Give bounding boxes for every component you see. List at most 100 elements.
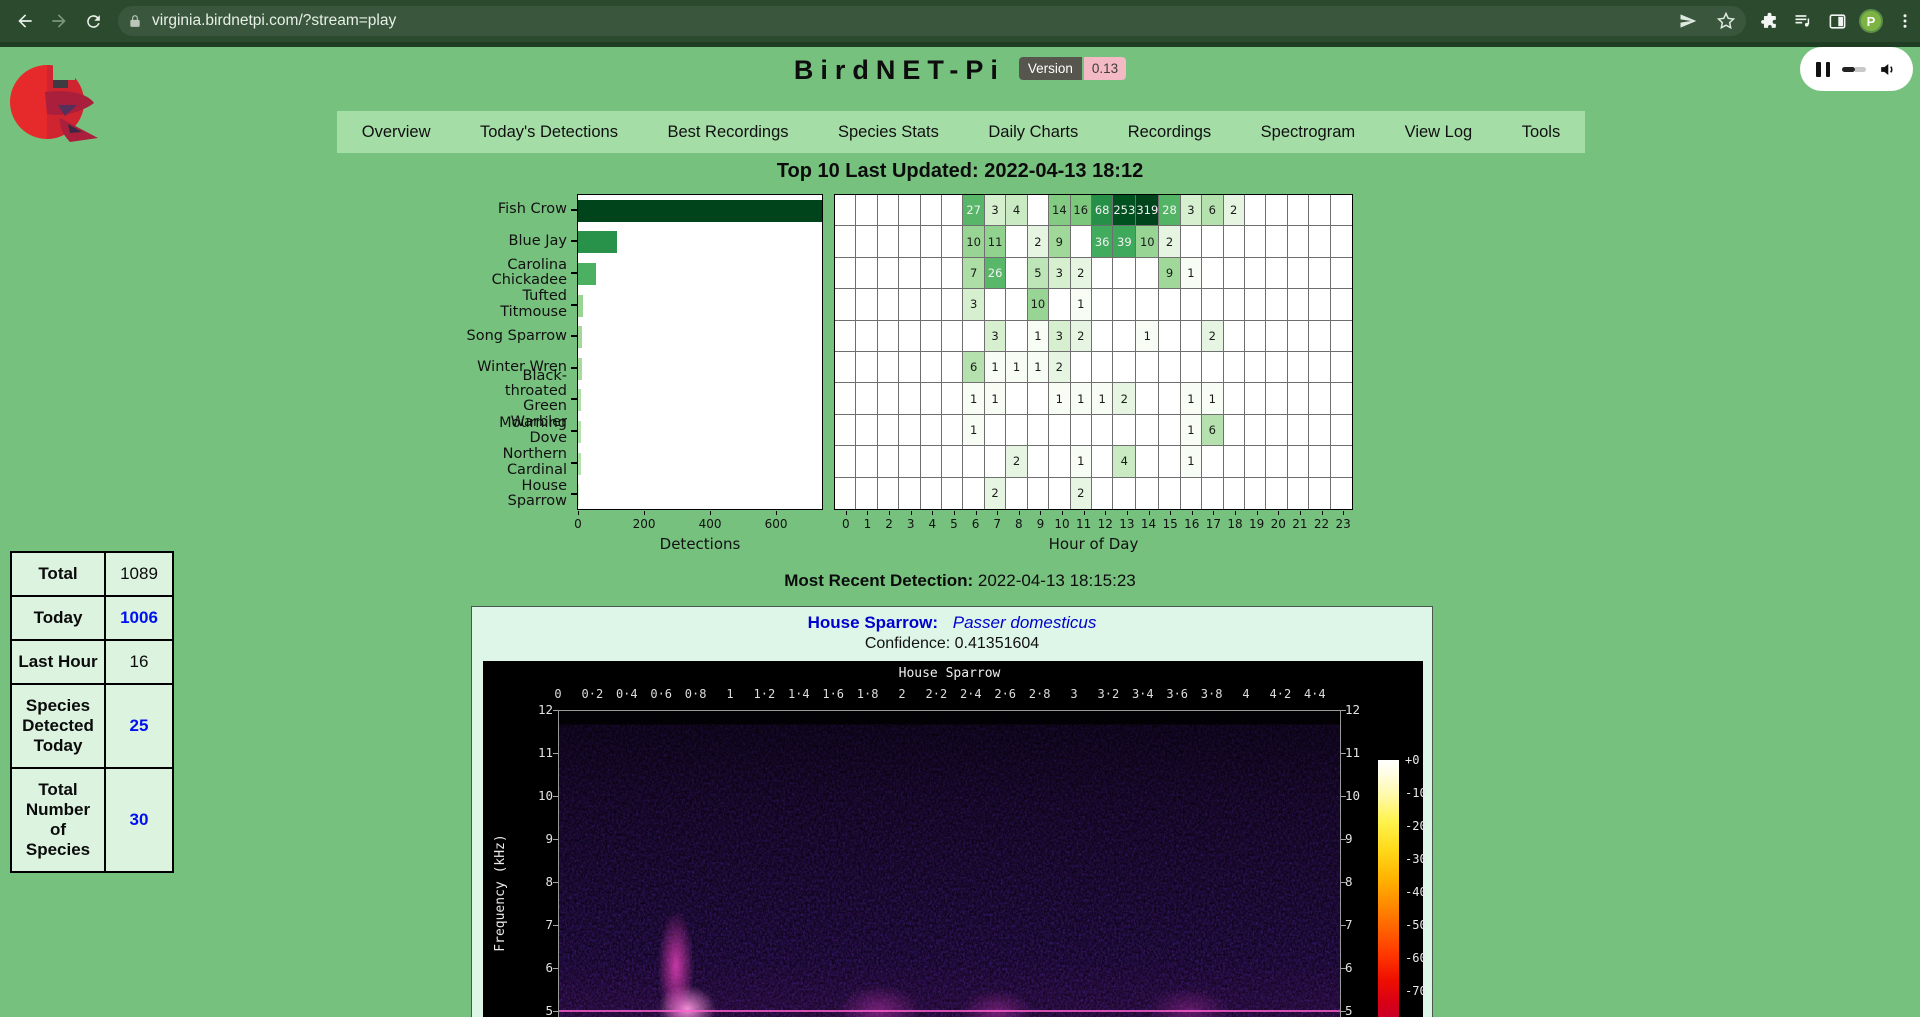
colorbar-tick: +0	[1405, 753, 1419, 767]
pause-icon[interactable]	[1816, 62, 1830, 77]
freq-tick-left: 10	[525, 788, 553, 803]
toolbar-divider	[0, 42, 1920, 47]
bird-logo	[8, 54, 100, 149]
heat-cell	[1049, 289, 1070, 320]
heat-cell	[1028, 446, 1049, 477]
heat-cell	[1006, 289, 1027, 320]
heat-cell: 1	[1006, 352, 1027, 383]
detection-species-line: House Sparrow: Passer domesticus	[472, 613, 1432, 633]
heat-cell	[856, 415, 877, 446]
stats-value-link[interactable]: 25	[105, 684, 173, 768]
confidence-line: Confidence: 0.41351604	[472, 635, 1432, 653]
hour-tick: 14	[1141, 517, 1156, 531]
heat-cell	[878, 321, 899, 352]
seek-bar[interactable]	[1842, 67, 1866, 72]
playlist-icon[interactable]	[1786, 4, 1820, 38]
heat-cell	[1181, 321, 1202, 352]
heat-cell	[942, 352, 963, 383]
hourly-heatmap: 2734141668253319283621011293639102726532…	[834, 194, 1353, 510]
nav-item-species-stats[interactable]: Species Stats	[838, 123, 939, 142]
time-tick: 4·4	[1298, 687, 1332, 701]
heat-cell	[856, 446, 877, 477]
hour-tick: 8	[1015, 517, 1023, 531]
heat-cell	[1181, 478, 1202, 509]
bar-house-sparrow	[578, 484, 579, 506]
heat-cell	[1136, 383, 1159, 414]
side-panel-icon[interactable]	[1820, 4, 1854, 38]
nav-item-recordings[interactable]: Recordings	[1128, 123, 1211, 142]
heat-cell: 68	[1092, 195, 1113, 226]
species-label-black-throated-green-warbler: Black-throated Green Warbler	[465, 384, 577, 416]
species-name-link[interactable]: House Sparrow:	[808, 613, 938, 632]
heat-cell	[1006, 321, 1027, 352]
heat-cell: 253	[1113, 195, 1136, 226]
heat-cell: 2	[1049, 352, 1070, 383]
heat-cell	[1245, 446, 1266, 477]
address-bar[interactable]: virginia.birdnetpi.com/?stream=play	[118, 6, 1746, 36]
volume-icon[interactable]	[1878, 60, 1897, 79]
heat-cell: 1	[985, 383, 1006, 414]
lock-icon	[128, 13, 142, 29]
heat-cell: 1	[963, 415, 984, 446]
heat-cell	[963, 446, 984, 477]
heat-cell: 9	[1159, 258, 1180, 289]
heat-cell: 9	[1049, 226, 1070, 257]
stats-value-link[interactable]: 30	[105, 768, 173, 872]
heat-cell	[1288, 352, 1309, 383]
heat-cell: 1	[1181, 258, 1202, 289]
colorbar-tick: -60	[1405, 951, 1427, 965]
heat-cell	[1331, 415, 1352, 446]
nav-item-view-log[interactable]: View Log	[1405, 123, 1473, 142]
heat-cell	[921, 352, 942, 383]
heat-cell: 2	[1113, 383, 1136, 414]
send-icon[interactable]	[1678, 11, 1698, 31]
heat-cell	[1071, 415, 1092, 446]
profile-avatar[interactable]: P	[1854, 4, 1888, 38]
star-icon[interactable]	[1716, 11, 1736, 31]
heat-cell: 14	[1049, 195, 1070, 226]
hour-tick: 19	[1249, 517, 1264, 531]
heat-cell	[1202, 258, 1223, 289]
hour-tick: 0	[842, 517, 850, 531]
frequency-axis-label: Frequency (kHz)	[493, 803, 509, 983]
time-tick: 3·8	[1195, 687, 1229, 701]
heat-cell	[1202, 226, 1223, 257]
heat-cell	[899, 383, 920, 414]
menu-dots-icon[interactable]	[1888, 4, 1920, 38]
heat-cell	[1028, 383, 1049, 414]
site-title: BirdNET-Pi	[794, 55, 1005, 86]
heat-cell	[1266, 478, 1287, 509]
nav-item-today-s-detections[interactable]: Today's Detections	[480, 123, 618, 142]
heat-cell	[1331, 226, 1352, 257]
heat-cell	[921, 321, 942, 352]
freq-tick-left: 11	[525, 745, 553, 760]
nav-item-overview[interactable]: Overview	[362, 123, 431, 142]
heat-cell	[1224, 478, 1245, 509]
heat-cell	[921, 226, 942, 257]
heat-cell	[1113, 352, 1136, 383]
nav-item-best-recordings[interactable]: Best Recordings	[667, 123, 788, 142]
stats-label: Species Detected Today	[11, 684, 105, 768]
back-icon[interactable]	[8, 4, 42, 38]
heat-cell	[1224, 258, 1245, 289]
bar-blue-jay	[578, 231, 617, 253]
time-tick: 0·4	[610, 687, 644, 701]
stats-value-link[interactable]: 1006	[105, 596, 173, 640]
nav-item-tools[interactable]: Tools	[1522, 123, 1561, 142]
nav-item-spectrogram[interactable]: Spectrogram	[1261, 123, 1355, 142]
heat-cell	[1245, 352, 1266, 383]
extensions-icon[interactable]	[1752, 4, 1786, 38]
species-label-tufted-titmouse: Tufted Titmouse	[465, 289, 577, 321]
heat-cell: 3	[963, 289, 984, 320]
heat-cell	[1245, 289, 1266, 320]
nav-item-daily-charts[interactable]: Daily Charts	[988, 123, 1078, 142]
reload-icon[interactable]	[76, 4, 110, 38]
heat-cell	[1224, 289, 1245, 320]
forward-icon[interactable]	[42, 4, 76, 38]
heat-cell	[835, 195, 856, 226]
freq-tick-right: 6	[1345, 960, 1373, 975]
audio-player	[1800, 47, 1913, 91]
heat-cell	[1224, 352, 1245, 383]
freq-tick-right: 8	[1345, 874, 1373, 889]
heat-cell	[1181, 352, 1202, 383]
